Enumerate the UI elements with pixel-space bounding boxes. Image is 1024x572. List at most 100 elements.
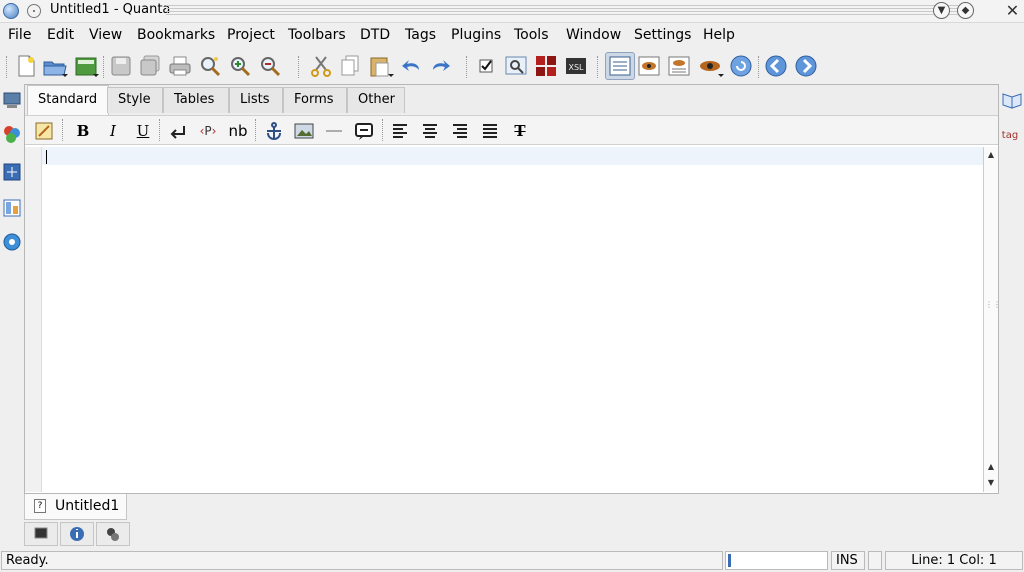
close-button[interactable]: ✕ [1004, 2, 1021, 19]
preview-icon[interactable] [637, 54, 661, 78]
align-left-icon[interactable] [389, 120, 411, 142]
tab-lists[interactable]: Lists [229, 87, 283, 113]
scroll-down-arrow[interactable]: ▼ [985, 477, 997, 489]
insert-mode[interactable]: INS [831, 551, 865, 570]
open-project-icon[interactable] [74, 54, 99, 78]
menu-tags[interactable]: Tags [405, 27, 436, 43]
zoom-in-icon[interactable] [228, 54, 252, 78]
document-tabs: ? Untitled1 [24, 494, 999, 520]
comment-icon[interactable] [353, 120, 375, 142]
debug-icon[interactable] [96, 522, 130, 546]
line-break-icon[interactable] [167, 120, 189, 142]
italic-button[interactable]: I [102, 120, 124, 142]
teletype-button[interactable]: T [509, 120, 531, 142]
nbsp-button[interactable]: nb [226, 120, 250, 142]
document-structure-icon[interactable] [2, 198, 22, 218]
back-icon[interactable] [764, 54, 788, 78]
image-icon[interactable] [293, 120, 315, 142]
underline-button[interactable]: U [132, 120, 154, 142]
toolbar-handle[interactable] [6, 56, 9, 78]
menu-view[interactable]: View [89, 27, 122, 43]
save-all-icon[interactable] [138, 54, 162, 78]
paste-icon[interactable] [368, 54, 394, 78]
menu-project[interactable]: Project [227, 27, 275, 43]
tab-standard[interactable]: Standard [27, 85, 109, 115]
paragraph-button[interactable]: ‹P› [197, 120, 219, 142]
open-file-icon[interactable] [42, 54, 68, 78]
progress-bar [725, 551, 828, 570]
preview-browser-icon[interactable] [698, 54, 724, 78]
text-caret [46, 150, 47, 164]
anchor-icon[interactable] [263, 120, 285, 142]
app-icon[interactable] [3, 3, 19, 19]
toolbar-separator [597, 56, 600, 78]
print-icon[interactable] [168, 54, 192, 78]
cut-icon[interactable] [309, 54, 333, 78]
copy-icon[interactable] [338, 54, 362, 78]
tab-forms[interactable]: Forms [283, 87, 347, 113]
scroll-up-arrow-bottom[interactable]: ▲ [985, 461, 997, 473]
toolbar-separator [382, 119, 385, 141]
document-tab[interactable]: ? Untitled1 [24, 494, 127, 520]
templates-icon[interactable] [2, 162, 22, 182]
zoom-out-icon[interactable] [258, 54, 282, 78]
right-dock: tag [999, 84, 1024, 154]
toolbar-separator [103, 56, 106, 78]
xsl-label: XSL [568, 63, 584, 72]
editor-frame: Standard Style Tables Lists Forms Other … [24, 84, 1001, 494]
menu-bookmarks[interactable]: Bookmarks [137, 27, 215, 43]
menu-plugins[interactable]: Plugins [451, 27, 501, 43]
menu-help[interactable]: Help [703, 27, 735, 43]
justify-icon[interactable] [479, 120, 501, 142]
menu-file[interactable]: File [8, 27, 31, 43]
tab-other[interactable]: Other [347, 87, 405, 113]
reload-icon[interactable] [729, 54, 753, 78]
check-icon[interactable] [475, 54, 499, 78]
inspect-icon[interactable] [504, 54, 528, 78]
align-center-icon[interactable] [419, 120, 441, 142]
paragraph-bracket-right: › [211, 124, 217, 138]
toolbar-separator [62, 119, 65, 141]
toolbar-separator [159, 119, 162, 141]
scroll-up-arrow[interactable]: ▲ [985, 149, 997, 161]
editor-text-area[interactable] [42, 147, 983, 492]
menu-edit[interactable]: Edit [47, 27, 74, 43]
quickstart-icon[interactable] [33, 120, 55, 142]
split-view-icon[interactable] [667, 54, 691, 78]
project-tree-icon[interactable] [2, 124, 22, 144]
menu-window[interactable]: Window [566, 27, 621, 43]
find-icon[interactable] [198, 54, 222, 78]
terminal-icon[interactable] [24, 522, 58, 546]
undo-icon[interactable] [399, 54, 423, 78]
bold-button[interactable]: B [72, 120, 94, 142]
menu-tools[interactable]: Tools [514, 27, 549, 43]
menu-dtd[interactable]: DTD [360, 27, 390, 43]
scrollbar-grip[interactable]: ⋮⋮ [985, 297, 1001, 313]
pin-icon[interactable] [27, 4, 41, 18]
scripts-icon[interactable] [2, 232, 22, 252]
vertical-scrollbar[interactable]: ▲ ⋮⋮ ▲ ▼ [983, 147, 1001, 492]
new-file-icon[interactable] [14, 54, 38, 78]
align-right-icon[interactable] [449, 120, 471, 142]
horizontal-rule-icon[interactable] [323, 120, 345, 142]
tab-tables[interactable]: Tables [163, 87, 229, 113]
source-view-icon[interactable] [605, 52, 635, 80]
save-icon[interactable] [109, 54, 133, 78]
forward-icon[interactable] [794, 54, 818, 78]
bottom-tool-buttons [24, 522, 134, 548]
tab-style[interactable]: Style [107, 87, 163, 113]
window-title: Untitled1 - Quanta [50, 2, 171, 17]
menu-toolbars[interactable]: Toolbars [288, 27, 346, 43]
plugin-icon[interactable] [534, 54, 558, 78]
documentation-icon[interactable] [1001, 90, 1022, 110]
paragraph-label: P [204, 124, 212, 138]
redo-icon[interactable] [429, 54, 453, 78]
minimize-button[interactable]: ▼ [933, 2, 950, 19]
info-icon[interactable] [60, 522, 94, 546]
menu-settings[interactable]: Settings [634, 27, 691, 43]
toolbar-separator [758, 56, 761, 78]
attribute-editor-tab[interactable]: tag [1000, 126, 1020, 146]
file-tree-icon[interactable] [2, 90, 22, 110]
xsl-icon[interactable]: XSL [564, 54, 588, 78]
maximize-button[interactable]: ◆ [957, 2, 974, 19]
